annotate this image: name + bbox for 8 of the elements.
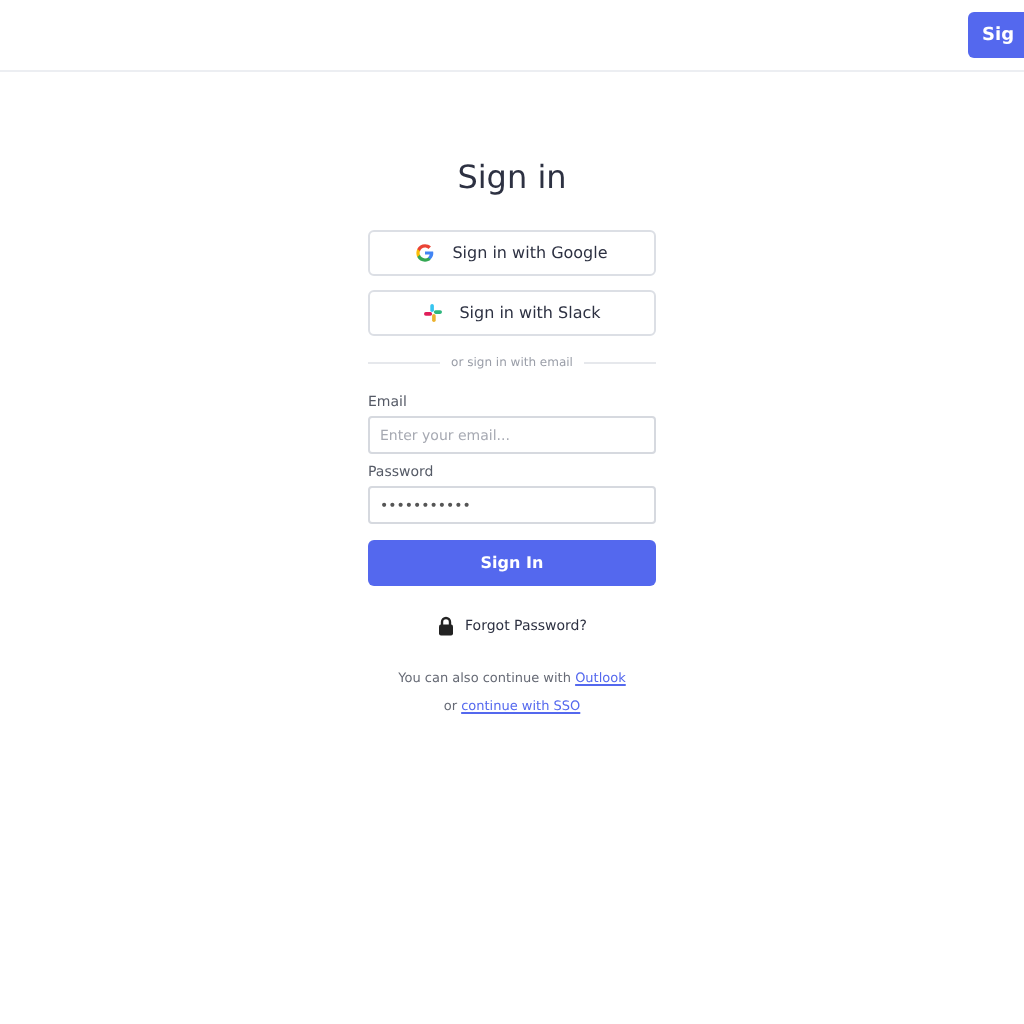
google-icon <box>416 244 435 262</box>
slack-icon <box>423 304 442 322</box>
submit-button[interactable]: Sign In <box>368 540 656 586</box>
header-button[interactable]: Sig <box>968 12 1024 58</box>
provider-button[interactable]: Sign in with Slack <box>368 290 656 336</box>
page-title: Sign in <box>455 158 569 198</box>
provider-button[interactable]: Sign in with Google <box>368 230 656 276</box>
lock-icon <box>437 616 454 636</box>
